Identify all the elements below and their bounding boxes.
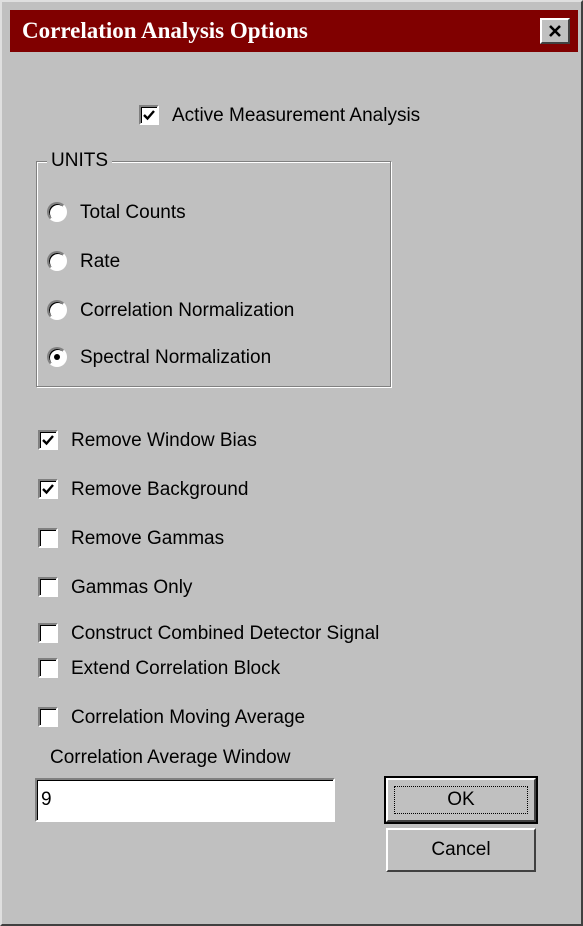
checkbox-label: Correlation Moving Average (71, 707, 306, 728)
ok-button-label: OK (447, 789, 475, 810)
checkbox-box[interactable] (38, 658, 58, 678)
average-window-label: Correlation Average Window (50, 744, 290, 772)
radio-label: Correlation Normalization (80, 300, 295, 321)
units-group-label: UNITS (47, 148, 112, 174)
title-bar[interactable]: Correlation Analysis Options (10, 10, 578, 52)
close-icon (549, 25, 561, 37)
radio-button[interactable] (47, 300, 67, 320)
checkbox-label: Remove Window Bias (71, 430, 257, 451)
radio-label: Rate (80, 251, 121, 272)
checkbox-box[interactable] (139, 105, 159, 125)
checkbox-label: Remove Background (71, 479, 249, 500)
radio-label: Total Counts (80, 202, 186, 223)
ok-button[interactable]: OK (384, 776, 538, 824)
radio-button[interactable] (47, 251, 67, 271)
checkbox-box[interactable] (38, 577, 58, 597)
cancel-button[interactable]: Cancel (386, 828, 536, 872)
dialog-window: Correlation Analysis Options Active Meas… (0, 0, 583, 926)
average-window-label-text: Correlation Average Window (50, 747, 291, 768)
checkmark-icon (42, 484, 54, 495)
checkbox-box[interactable] (38, 479, 58, 499)
close-button[interactable] (540, 18, 570, 44)
cancel-button-label: Cancel (431, 839, 491, 860)
checkbox-box[interactable] (38, 707, 58, 727)
average-window-input[interactable] (35, 778, 335, 822)
checkmark-icon (143, 110, 155, 121)
radio-label: Spectral Normalization (80, 347, 272, 368)
active-measurement-label: Active Measurement Analysis (172, 105, 421, 126)
checkbox-box[interactable] (38, 528, 58, 548)
window-title: Correlation Analysis Options (22, 18, 308, 43)
checkbox-label: Remove Gammas (71, 528, 225, 549)
radio-button[interactable] (47, 347, 67, 367)
checkbox-label: Construct Combined Detector Signal (71, 623, 380, 644)
checkbox-box[interactable] (38, 430, 58, 450)
radio-button[interactable] (47, 202, 67, 222)
radio-selected-dot (54, 354, 60, 360)
checkbox-label: Gammas Only (71, 577, 193, 598)
checkbox-label: Extend Correlation Block (71, 658, 281, 679)
checkbox-box[interactable] (38, 623, 58, 643)
checkmark-icon (42, 435, 54, 446)
